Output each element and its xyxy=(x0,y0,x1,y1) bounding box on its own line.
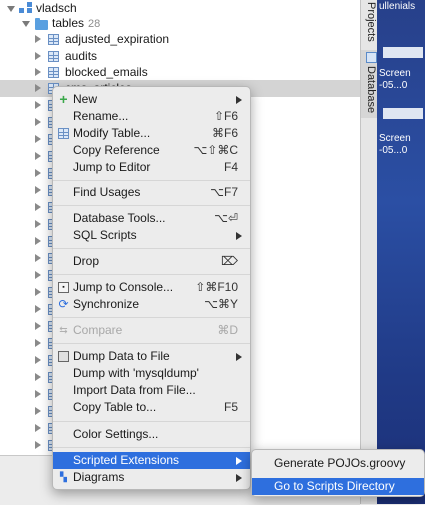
database-icon xyxy=(365,52,377,63)
menu-item-copy-reference[interactable]: Copy Reference ⌥⇧⌘C xyxy=(53,142,250,159)
expand-arrow-icon[interactable] xyxy=(22,21,30,27)
collapse-arrow-icon[interactable] xyxy=(35,68,41,76)
tables-count: 28 xyxy=(88,18,101,30)
collapse-arrow-icon[interactable] xyxy=(35,305,41,313)
submenu-arrow-icon xyxy=(236,232,242,240)
submenu-arrow-icon xyxy=(236,457,242,465)
tree-row-table[interactable]: blocked_emails xyxy=(0,64,360,81)
table-label: adjusted_expiration xyxy=(65,32,170,46)
sync-icon: ⟳ xyxy=(58,297,69,311)
table-icon xyxy=(48,67,59,78)
menu-separator xyxy=(53,248,250,249)
table-icon xyxy=(48,34,59,45)
collapse-arrow-icon[interactable] xyxy=(35,424,41,432)
menu-item-new[interactable]: + New xyxy=(53,91,250,108)
menu-item-dump-mysqldump[interactable]: Dump with 'mysqldump' xyxy=(53,365,250,382)
tree-row-table[interactable]: audits xyxy=(0,48,360,65)
menu-item-import-data[interactable]: Import Data from File... xyxy=(53,382,250,399)
diagram-icon: ▚ xyxy=(60,472,67,482)
menu-separator xyxy=(53,447,250,448)
collapse-arrow-icon[interactable] xyxy=(35,271,41,279)
collapse-arrow-icon[interactable] xyxy=(35,135,41,143)
collapse-arrow-icon[interactable] xyxy=(35,322,41,330)
menu-separator xyxy=(53,205,250,206)
database-tab[interactable]: Database xyxy=(361,50,377,118)
collapse-arrow-icon[interactable] xyxy=(35,84,41,92)
menu-item-diagrams[interactable]: ▚ Diagrams xyxy=(53,469,250,486)
collapse-arrow-icon[interactable] xyxy=(35,339,41,347)
table-icon xyxy=(58,128,69,139)
menu-item-color-settings[interactable]: Color Settings... xyxy=(53,426,250,443)
menu-item-find-usages[interactable]: Find Usages ⌥F7 xyxy=(53,184,250,201)
collapse-arrow-icon[interactable] xyxy=(35,288,41,296)
desktop-file-label: Screen xyxy=(379,133,411,144)
desktop-file-thumbnail[interactable] xyxy=(383,47,423,58)
collapse-arrow-icon[interactable] xyxy=(35,169,41,177)
table-label: audits xyxy=(65,49,98,63)
collapse-arrow-icon[interactable] xyxy=(35,373,41,381)
dump-icon xyxy=(58,351,69,362)
collapse-arrow-icon[interactable] xyxy=(35,237,41,245)
collapse-arrow-icon[interactable] xyxy=(35,254,41,262)
expand-arrow-icon[interactable] xyxy=(7,6,15,12)
menu-item-compare[interactable]: ⇆ Compare ⌘D xyxy=(53,322,250,339)
menu-item-dump-data-to-file[interactable]: Dump Data to File xyxy=(53,348,250,365)
menu-item-jump-to-console[interactable]: ▪ Jump to Console... ⇧⌘F10 xyxy=(53,279,250,296)
desktop-file-label: -05...0 xyxy=(379,80,408,91)
context-menu: + New Rename... ⇧F6 Modify Table... ⌘F6 … xyxy=(52,86,251,490)
table-icon xyxy=(48,51,59,62)
folder-icon xyxy=(35,18,48,30)
submenu-arrow-icon xyxy=(236,353,242,361)
collapse-arrow-icon[interactable] xyxy=(35,390,41,398)
submenu-item-generate-pojos[interactable]: Generate POJOs.groovy xyxy=(252,455,424,472)
menu-item-modify-table[interactable]: Modify Table... ⌘F6 xyxy=(53,125,250,142)
collapse-arrow-icon[interactable] xyxy=(35,186,41,194)
menu-separator xyxy=(53,274,250,275)
collapse-arrow-icon[interactable] xyxy=(35,52,41,60)
submenu-item-go-to-scripts-directory[interactable]: Go to Scripts Directory xyxy=(252,478,424,495)
desktop-file-label: Screen xyxy=(379,68,411,79)
menu-item-synchronize[interactable]: ⟳ Synchronize ⌥⌘Y xyxy=(53,296,250,313)
tree-row-tables-folder[interactable]: tables 28 xyxy=(0,15,360,32)
collapse-arrow-icon[interactable] xyxy=(35,101,41,109)
plus-icon: + xyxy=(59,91,68,107)
projects-tab[interactable]: Projects xyxy=(361,2,377,44)
collapse-arrow-icon[interactable] xyxy=(35,441,41,449)
menu-separator xyxy=(53,180,250,181)
menu-item-jump-to-editor[interactable]: Jump to Editor F4 xyxy=(53,159,250,176)
table-label: blocked_emails xyxy=(65,65,148,79)
compare-icon: ⇆ xyxy=(59,325,68,336)
menu-item-copy-table-to[interactable]: Copy Table to... F5 xyxy=(53,399,250,416)
submenu-arrow-icon xyxy=(236,474,242,482)
tool-window-strip: Projects Database xyxy=(360,0,377,504)
collapse-arrow-icon[interactable] xyxy=(35,118,41,126)
menu-item-rename[interactable]: Rename... ⇧F6 xyxy=(53,108,250,125)
menu-item-drop[interactable]: Drop ⌦ xyxy=(53,253,250,270)
menu-separator xyxy=(53,421,250,422)
desktop-file-thumbnail[interactable] xyxy=(383,108,423,119)
submenu-arrow-icon xyxy=(236,96,242,104)
tree-row-table[interactable]: adjusted_expiration xyxy=(0,31,360,48)
projects-tab-label: Projects xyxy=(365,2,377,42)
menu-item-database-tools[interactable]: Database Tools... ⌥⏎ xyxy=(53,210,250,227)
menu-item-scripted-extensions[interactable]: Scripted Extensions xyxy=(53,452,250,469)
collapse-arrow-icon[interactable] xyxy=(35,220,41,228)
tables-folder-label: tables xyxy=(52,16,85,30)
menu-separator xyxy=(53,317,250,318)
collapse-arrow-icon[interactable] xyxy=(35,356,41,364)
collapse-arrow-icon[interactable] xyxy=(35,35,41,43)
schema-icon xyxy=(19,2,33,14)
desktop-file-label: -05...0 xyxy=(379,145,408,156)
desktop-background: ullenials Screen -05...0 Screen -05...0 xyxy=(377,0,425,504)
console-icon: ▪ xyxy=(58,282,69,293)
database-tab-label: Database xyxy=(365,66,377,114)
menu-separator xyxy=(53,343,250,344)
collapse-arrow-icon[interactable] xyxy=(35,407,41,415)
collapse-arrow-icon[interactable] xyxy=(35,152,41,160)
collapse-arrow-icon[interactable] xyxy=(35,203,41,211)
menu-item-sql-scripts[interactable]: SQL Scripts xyxy=(53,227,250,244)
scripted-extensions-submenu: Generate POJOs.groovy Go to Scripts Dire… xyxy=(251,449,425,497)
desktop-file-label: ullenials xyxy=(379,1,416,12)
